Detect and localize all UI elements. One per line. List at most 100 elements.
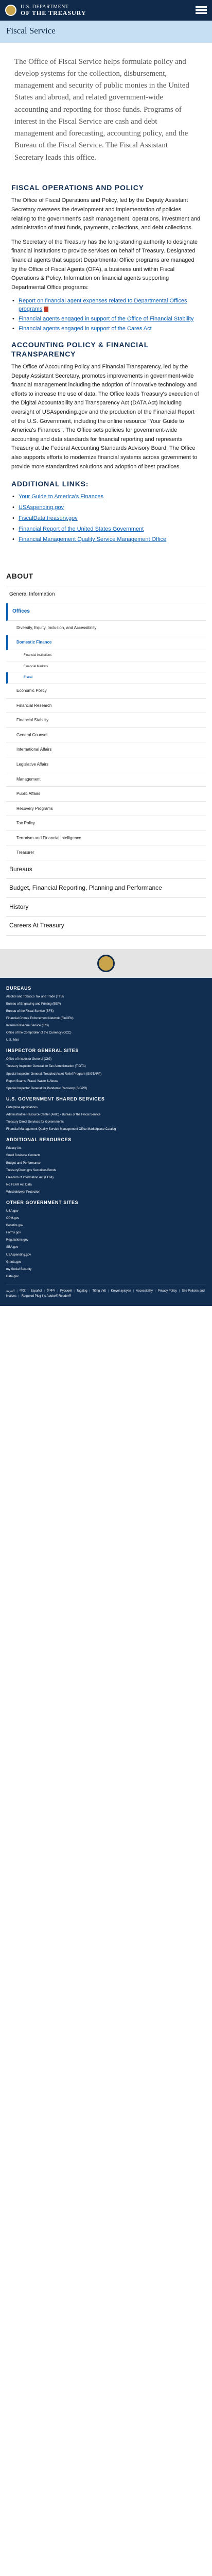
about-nav-item[interactable]: Tax Policy xyxy=(6,816,206,831)
list-item: Internal Revenue Service (IRS) xyxy=(6,1024,206,1028)
list-item: Freedom of Information Act (FOIA) xyxy=(6,1176,206,1180)
footer-link[interactable]: Freedom of Information Act (FOIA) xyxy=(6,1176,54,1179)
footer-link[interactable]: Grants.gov xyxy=(6,1261,21,1264)
footer-link[interactable]: Office of the Comptroller of the Currenc… xyxy=(6,1031,72,1035)
footer-lang-link[interactable]: 한국어 xyxy=(47,1290,56,1293)
footer-link[interactable]: USA.gov xyxy=(6,1210,19,1213)
treasury-seal-icon[interactable] xyxy=(5,5,16,16)
fiscal-operations-text-1: The Office of Fiscal Operations and Poli… xyxy=(11,197,201,231)
footer-link[interactable]: Privacy Act xyxy=(6,1147,22,1150)
footer-lang-link[interactable]: Español xyxy=(31,1290,42,1293)
about-nav-item[interactable]: Domestic Finance xyxy=(6,635,206,650)
about-nav-item[interactable]: International Affairs xyxy=(6,742,206,757)
footer-lang-link[interactable]: Privacy Policy xyxy=(157,1290,176,1293)
footer-link[interactable]: Special Inspector General for Pandemic R… xyxy=(6,1087,87,1090)
footer-lang-link[interactable]: العربية xyxy=(6,1290,14,1293)
footer-link[interactable]: Internal Revenue Service (IRS) xyxy=(6,1024,49,1027)
about-nav-item[interactable]: Economic Policy xyxy=(6,684,206,699)
footer-link[interactable]: Bureau of Engraving and Printing (BEP) xyxy=(6,1003,61,1006)
separator: | xyxy=(108,1289,109,1293)
hamburger-menu-icon[interactable] xyxy=(196,6,207,14)
footer-lang-link[interactable]: Tiếng Việt xyxy=(92,1290,106,1293)
language-and-policy-links: العربية | 中文 | Español | 한국어 | Русский | Tagalog | T… xyxy=(6,1283,206,1301)
about-nav-item[interactable]: Public Affairs xyxy=(6,787,206,802)
about-nav-item[interactable]: Management xyxy=(6,772,206,787)
footer-link[interactable]: Whistleblower Protection xyxy=(6,1191,40,1194)
footer-link[interactable]: Alcohol and Tobacco Tax and Trade (TTB) xyxy=(6,995,64,998)
cares-act-agents-link[interactable]: Financial agents engaged in support of t… xyxy=(19,326,152,332)
about-nav-item[interactable]: General Counsel xyxy=(6,728,206,743)
about-nav-item[interactable]: Financial Institutions xyxy=(6,650,206,662)
fiscaldata-link[interactable]: FiscalData.treasury.gov xyxy=(19,515,78,521)
footer-link[interactable]: Financial Crimes Enforcement Network (Fi… xyxy=(6,1017,74,1020)
footer-link[interactable]: TreasuryDirect.gov Securities/Bonds xyxy=(6,1169,56,1172)
about-nav-item[interactable]: Legislative Affairs xyxy=(6,757,206,772)
additional-links-list: Your Guide to America's Finances USAspen… xyxy=(11,493,201,545)
footer-group-heading: U.S. Government Shared Services xyxy=(6,1096,105,1101)
list-item: Enterprise Applications xyxy=(6,1106,206,1110)
ofs-agents-link[interactable]: Financial agents engaged in support of t… xyxy=(19,316,193,322)
footer-link[interactable]: Financial Management Quality Service Man… xyxy=(6,1128,116,1131)
list-item: Financial Crimes Enforcement Network (Fi… xyxy=(6,1016,206,1021)
about-nav-item[interactable]: History xyxy=(6,898,206,917)
footer-link[interactable]: Report Scams, Fraud, Waste & Abuse xyxy=(6,1080,58,1083)
fiscal-operations-text-2: The Secretary of the Treasury has the lo… xyxy=(11,239,198,291)
agency-name[interactable]: U.S. DEPARTMENT OF THE TREASURY xyxy=(21,4,196,16)
about-nav-item[interactable]: Recovery Programs xyxy=(6,802,206,817)
footer-link[interactable]: U.S. Mint xyxy=(6,1039,19,1042)
separator: | xyxy=(19,1295,20,1298)
fm-qsmo-link[interactable]: Financial Management Quality Service Man… xyxy=(19,536,166,543)
footer-link[interactable]: Special Inspector General, Troubled Asse… xyxy=(6,1073,101,1076)
about-nav-item[interactable]: Diversity, Equity, Inclusion, and Access… xyxy=(6,621,206,636)
about-nav-item[interactable]: Financial Research xyxy=(6,699,206,714)
about-nav-item[interactable]: Terrorism and Financial Intelligence xyxy=(6,831,206,846)
list-item: Whistleblower Protection xyxy=(6,1190,206,1194)
footer-link[interactable]: OPM.gov xyxy=(6,1217,19,1220)
footer-link[interactable]: Office of Inspector General (OIG) xyxy=(6,1058,51,1061)
footer-link[interactable]: Administrative Resource Center (ARC) - B… xyxy=(6,1113,100,1116)
agency-line-2: OF THE TREASURY xyxy=(21,9,86,16)
about-nav-item[interactable]: Fiscal xyxy=(6,672,206,684)
list-item: Financial agents engaged in support of t… xyxy=(11,325,201,333)
footer-link[interactable]: Treasury Inspector General for Tax Admin… xyxy=(6,1065,86,1068)
list-item: Budget and Performance xyxy=(6,1161,206,1165)
about-nav-item[interactable]: Bureaus xyxy=(6,860,206,879)
footer-lang-link[interactable]: 中文 xyxy=(20,1290,26,1293)
footer-link[interactable]: Data.gov xyxy=(6,1275,19,1278)
footer-link[interactable]: Enterprise Applications xyxy=(6,1106,38,1109)
footer-link[interactable]: SBA.gov xyxy=(6,1246,18,1249)
footer-link[interactable]: No FEAR Act Data xyxy=(6,1183,32,1187)
about-nav-item[interactable]: Careers At Treasury xyxy=(6,917,206,936)
footer-link[interactable]: Forms.gov xyxy=(6,1231,21,1234)
list-item: TreasuryDirect.gov Securities/Bonds xyxy=(6,1168,206,1173)
about-nav-item[interactable]: Offices xyxy=(6,603,206,621)
list-item: Financial Report of the United States Go… xyxy=(11,526,201,534)
separator: | xyxy=(133,1289,134,1293)
footer-link[interactable]: my Social Security xyxy=(6,1268,31,1271)
about-nav-item[interactable]: Treasurer xyxy=(6,845,206,861)
list-item: No FEAR Act Data xyxy=(6,1183,206,1187)
about-heading: About xyxy=(6,568,206,586)
guide-finances-link[interactable]: Your Guide to America's Finances xyxy=(19,494,103,500)
footer-link[interactable]: Regulations.gov xyxy=(6,1239,28,1242)
footer-lang-link[interactable]: Tagalog xyxy=(77,1290,87,1293)
footer-link[interactable]: Treasury Direct Services for Governments xyxy=(6,1121,64,1124)
about-nav-item[interactable]: Budget, Financial Reporting, Planning an… xyxy=(6,879,206,898)
financial-report-link[interactable]: Financial Report of the United States Go… xyxy=(19,526,144,532)
treasury-seal-icon[interactable] xyxy=(97,954,115,972)
footer-link[interactable]: Budget and Performance xyxy=(6,1162,41,1165)
footer-lang-link[interactable]: Accessibility xyxy=(136,1290,153,1293)
footer-link[interactable]: Bureau of the Fiscal Service (BFS) xyxy=(6,1010,54,1013)
footer-link[interactable]: Benefits.gov xyxy=(6,1224,23,1227)
footer-lang-link[interactable]: Required Plug-ins Adobe® Reader® xyxy=(22,1295,72,1298)
about-nav-item[interactable]: Financial Markets xyxy=(6,662,206,673)
about-nav-item[interactable]: Financial Stability xyxy=(6,713,206,728)
footer-lang-link[interactable]: Русский xyxy=(60,1290,72,1293)
footer-link[interactable]: Small Business Contacts xyxy=(6,1154,40,1157)
footer-lang-link[interactable]: Kreyòl ayisyen xyxy=(111,1290,131,1293)
footer-link[interactable]: USAspending.gov xyxy=(6,1253,31,1257)
about-nav-item[interactable]: General Information xyxy=(6,586,206,604)
list-item: Forms.gov xyxy=(6,1231,206,1235)
separator: | xyxy=(74,1289,75,1293)
usaspending-link[interactable]: USAspending.gov xyxy=(19,504,64,511)
